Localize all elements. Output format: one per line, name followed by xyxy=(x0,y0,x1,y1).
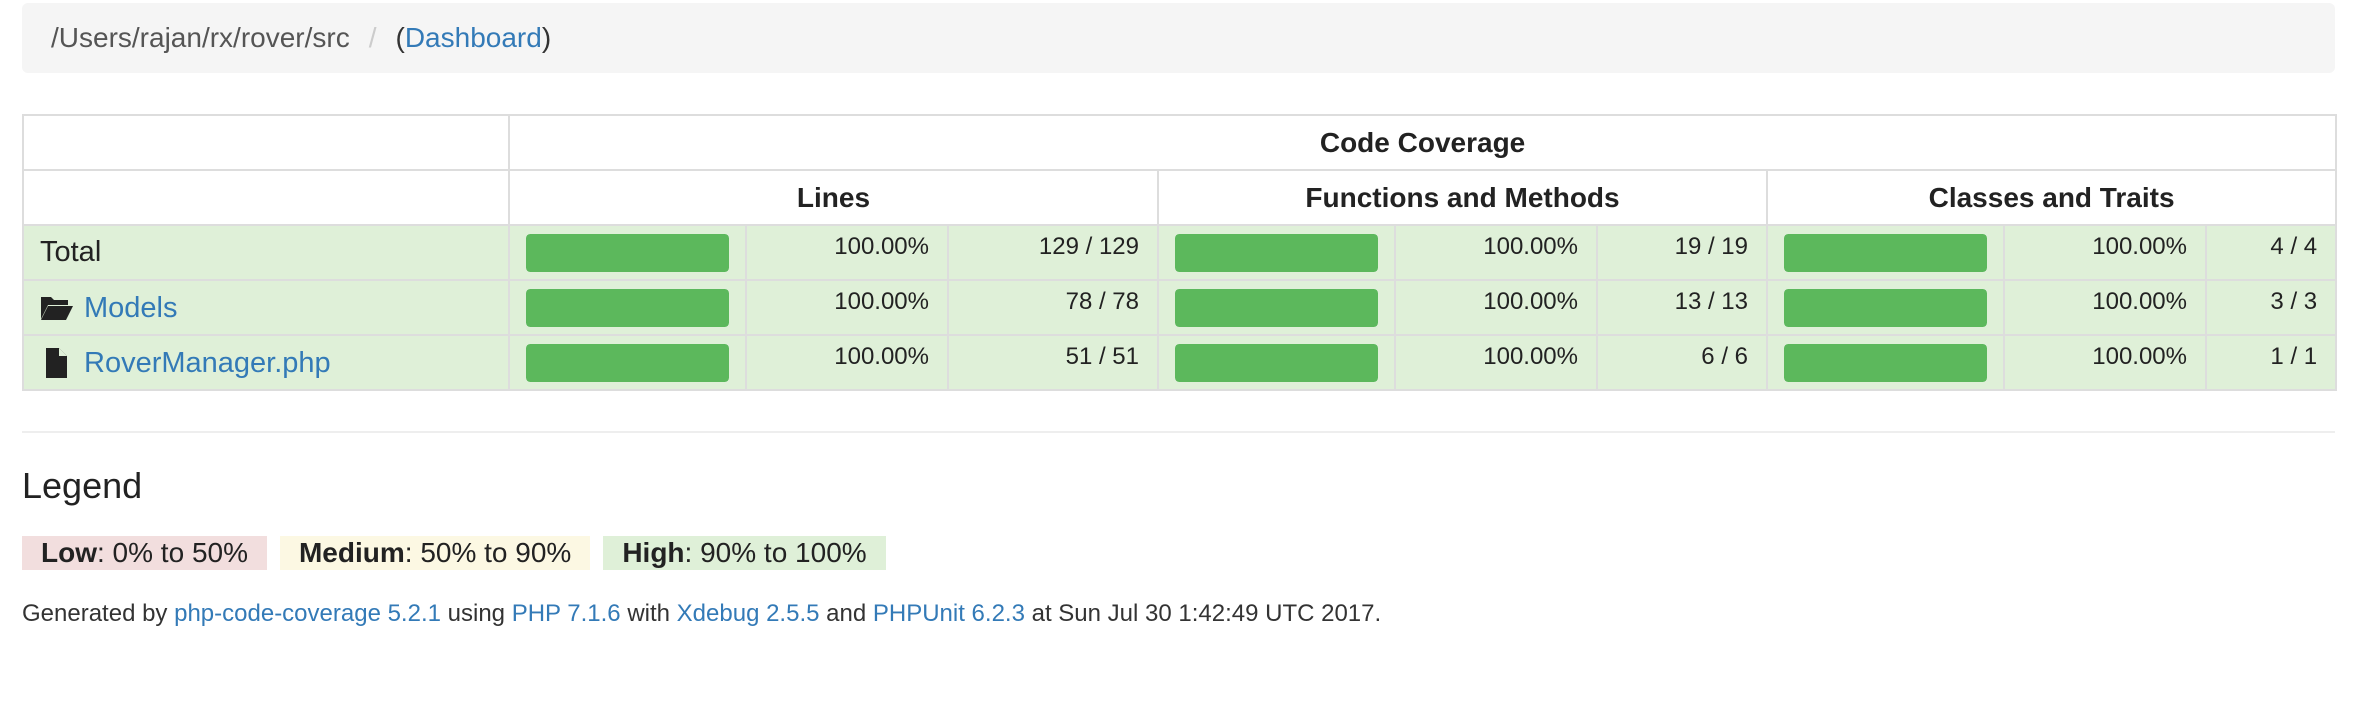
xdebug-link[interactable]: Xdebug 2.5.5 xyxy=(677,600,820,627)
functions-count: 13 / 13 xyxy=(1596,279,1768,336)
row-name-cell: RoverManager.php xyxy=(22,334,510,391)
functions-count: 19 / 19 xyxy=(1596,224,1768,281)
dashboard-link[interactable]: Dashboard xyxy=(405,22,542,54)
lines-count: 78 / 78 xyxy=(947,279,1159,336)
php-link[interactable]: PHP 7.1.6 xyxy=(512,600,621,627)
classes-progress-bar xyxy=(1784,343,1987,382)
table-row: RoverManager.php 100.00% 51 / 51 100.00%… xyxy=(22,334,2338,391)
php-code-coverage-link[interactable]: php-code-coverage 5.2.1 xyxy=(174,600,441,627)
lines-header: Lines xyxy=(508,169,1159,226)
footer: Generated by php-code-coverage 5.2.1 usi… xyxy=(22,600,1382,627)
models-link[interactable]: Models xyxy=(84,291,178,323)
classes-progress xyxy=(1784,288,1987,327)
classes-progress xyxy=(1784,233,1987,272)
functions-progress-cell xyxy=(1157,224,1396,281)
legend-high: High: 90% to 100% xyxy=(603,536,886,570)
lines-progress-bar xyxy=(526,233,729,272)
functions-percent: 100.00% xyxy=(1394,224,1598,281)
table-row: Total 100.00% 129 / 129 100.00% 19 / 19 … xyxy=(22,224,2338,281)
phpunit-link[interactable]: PHPUnit 6.2.3 xyxy=(873,600,1025,627)
legend-low: Low: 0% to 50% xyxy=(22,536,267,570)
functions-methods-header: Functions and Methods xyxy=(1157,169,1768,226)
classes-progress-cell xyxy=(1766,279,2005,336)
lines-count: 51 / 51 xyxy=(947,334,1159,391)
classes-progress-cell xyxy=(1766,224,2005,281)
lines-count: 129 / 129 xyxy=(947,224,1159,281)
classes-percent: 100.00% xyxy=(2003,279,2207,336)
folder-open-icon xyxy=(40,292,74,324)
lines-progress xyxy=(526,343,729,382)
lines-progress-cell xyxy=(508,279,747,336)
row-name-cell: Models xyxy=(22,279,510,336)
functions-percent: 100.00% xyxy=(1394,334,1598,391)
breadcrumb-path: /Users/rajan/rx/rover/src xyxy=(51,22,350,53)
breadcrumb-close-paren: ) xyxy=(541,22,552,53)
functions-percent: 100.00% xyxy=(1394,279,1598,336)
functions-count: 6 / 6 xyxy=(1596,334,1768,391)
legend: Low: 0% to 50% Medium: 50% to 90% High: … xyxy=(22,536,899,570)
functions-progress-bar xyxy=(1175,288,1378,327)
header-empty-cell xyxy=(22,169,510,226)
legend-medium: Medium: 50% to 90% xyxy=(279,536,591,570)
breadcrumb-separator: / xyxy=(368,22,377,53)
table-row: Models 100.00% 78 / 78 100.00% 13 / 13 1… xyxy=(22,279,2338,336)
lines-progress-cell xyxy=(508,224,747,281)
classes-count: 1 / 1 xyxy=(2204,334,2338,391)
classes-count: 3 / 3 xyxy=(2204,279,2338,336)
functions-progress-cell xyxy=(1157,334,1396,391)
lines-progress-bar xyxy=(526,343,729,382)
functions-progress-cell xyxy=(1157,279,1396,336)
classes-percent: 100.00% xyxy=(2003,334,2207,391)
classes-progress-bar xyxy=(1784,288,1987,327)
row-name: Total xyxy=(40,236,102,268)
classes-progress-cell xyxy=(1766,334,2005,391)
legend-title: Legend xyxy=(22,465,143,506)
lines-percent: 100.00% xyxy=(745,224,949,281)
lines-percent: 100.00% xyxy=(745,279,949,336)
classes-progress xyxy=(1784,343,1987,382)
lines-progress-bar xyxy=(526,288,729,327)
breadcrumb: /Users/rajan/rx/rover/src / (Dashboard) xyxy=(22,3,2335,73)
lines-progress-cell xyxy=(508,334,747,391)
divider xyxy=(22,431,2335,433)
row-name-cell: Total xyxy=(22,224,510,281)
coverage-table: Code Coverage Lines Functions and Method… xyxy=(22,114,2338,391)
classes-count: 4 / 4 xyxy=(2204,224,2338,281)
breadcrumb-open-paren: ( xyxy=(395,22,405,53)
rovermanager-link[interactable]: RoverManager.php xyxy=(84,346,331,378)
functions-progress xyxy=(1175,343,1378,382)
functions-progress xyxy=(1175,233,1378,272)
lines-progress xyxy=(526,233,729,272)
lines-percent: 100.00% xyxy=(745,334,949,391)
lines-progress xyxy=(526,288,729,327)
file-icon xyxy=(40,347,74,379)
header-empty-cell xyxy=(22,114,510,171)
classes-traits-header: Classes and Traits xyxy=(1765,169,2338,226)
functions-progress-bar xyxy=(1175,343,1378,382)
code-coverage-header: Code Coverage xyxy=(507,114,2338,171)
functions-progress-bar xyxy=(1175,233,1378,272)
classes-percent: 100.00% xyxy=(2003,224,2207,281)
classes-progress-bar xyxy=(1784,233,1987,272)
functions-progress xyxy=(1175,288,1378,327)
